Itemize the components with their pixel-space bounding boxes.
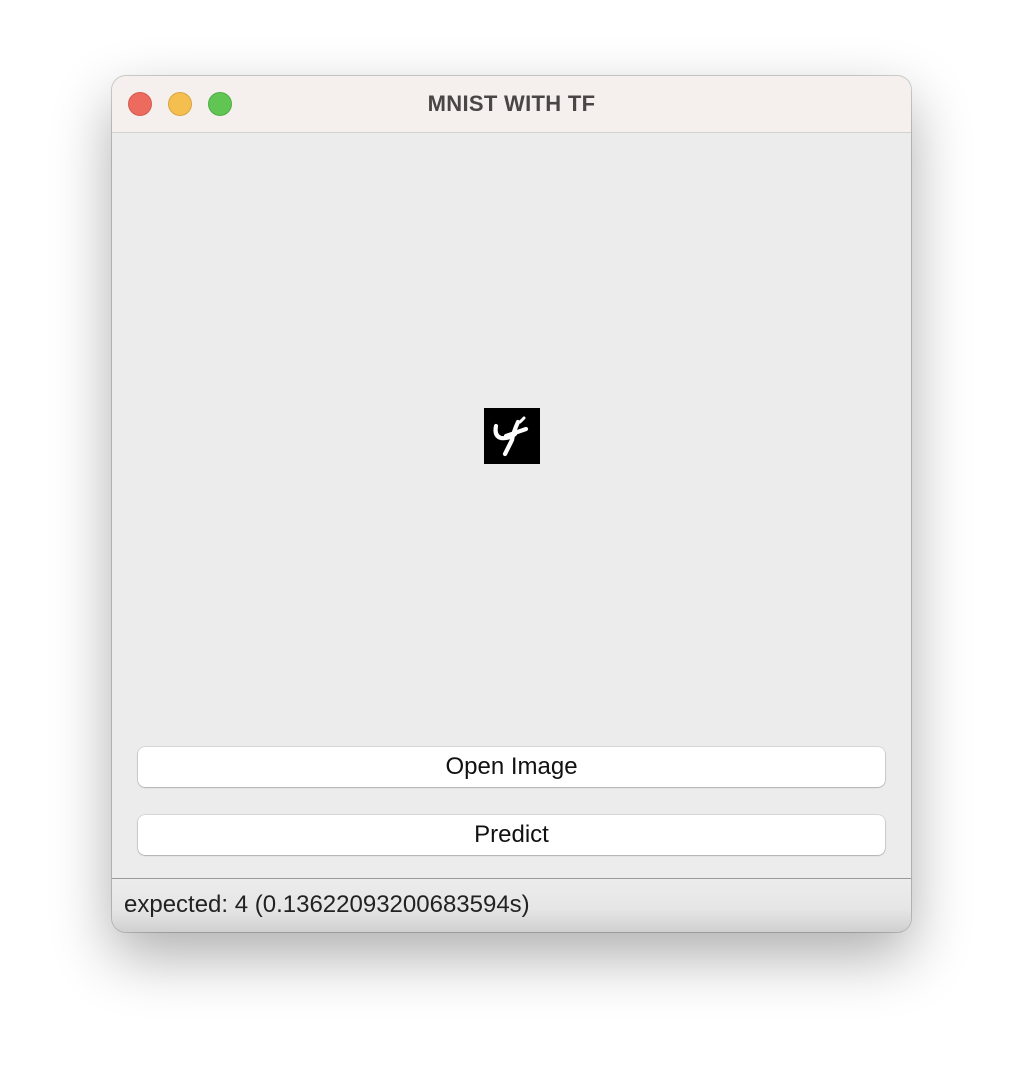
status-text: expected: 4 (0.13622093200683594s) bbox=[124, 891, 530, 918]
main-content: Open Image Predict bbox=[112, 133, 911, 878]
open-image-button[interactable]: Open Image bbox=[138, 747, 885, 787]
app-window: MNIST WITH TF Open Image Predict expecte… bbox=[112, 76, 911, 932]
handwritten-digit-icon bbox=[493, 416, 529, 457]
predict-button[interactable]: Predict bbox=[138, 815, 885, 855]
digit-preview-image bbox=[484, 408, 540, 464]
title-bar[interactable]: MNIST WITH TF bbox=[112, 76, 911, 133]
window-title: MNIST WITH TF bbox=[427, 91, 596, 116]
status-bar: expected: 4 (0.13622093200683594s) bbox=[112, 878, 911, 932]
